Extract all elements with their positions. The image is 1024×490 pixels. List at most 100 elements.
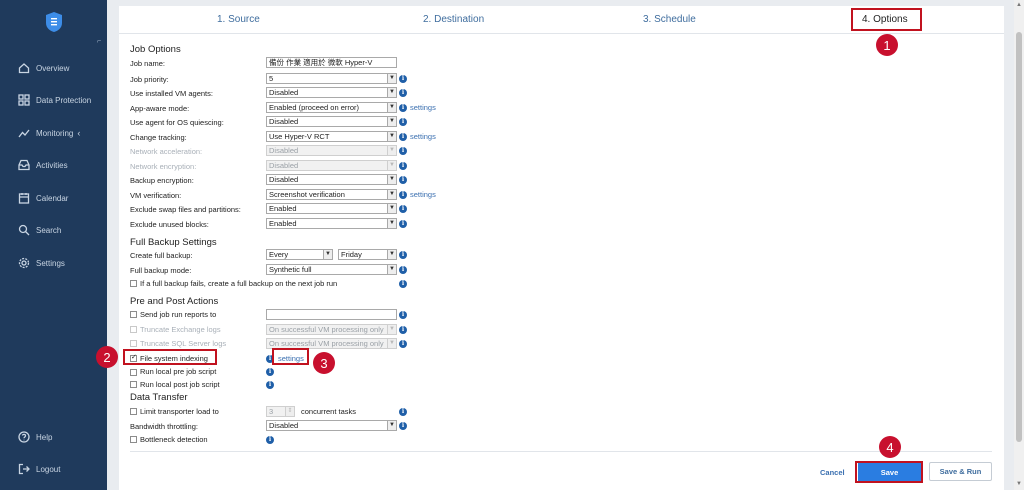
bandwidth-throttling-select[interactable]: Disabled ▼ [266,420,397,431]
job-option-select[interactable]: Disabled ▼ [266,160,397,171]
sidebar-item-help[interactable]: Help [0,427,107,447]
collapse-icon[interactable]: ⌐ [97,38,101,45]
truncate-exchange-checkbox[interactable] [130,326,137,333]
sidebar-item-activities[interactable]: Activities [0,155,107,175]
run-pre-script-checkbox[interactable] [130,369,137,376]
full-backup-fail-label: If a full backup fails, create a full ba… [140,279,338,288]
job-option-select[interactable]: Enabled ▼ [266,218,397,229]
bottleneck-checkbox[interactable] [130,436,137,443]
chevron-down-icon: ▼ [387,421,396,430]
limit-transporter-checkbox[interactable] [130,408,137,415]
settings-link[interactable]: settings [410,132,436,141]
section-title-job-options: Job Options [130,44,181,55]
info-icon[interactable]: i [399,118,407,126]
sidebar-item-search[interactable]: Search [0,220,107,240]
sidebar-item-logout[interactable]: Logout [0,459,107,479]
info-icon[interactable]: i [399,205,407,213]
info-icon[interactable]: i [399,176,407,184]
job-option-select[interactable]: Disabled ▼ [266,87,397,98]
sidebar-item-data-protection[interactable]: Data Protection [0,90,107,110]
job-option-label: App-aware mode: [130,104,190,113]
truncate-sql-checkbox[interactable] [130,340,137,347]
info-icon[interactable]: i [399,326,407,334]
truncate-exchange-select[interactable]: On successful VM processing only ▼ [266,324,397,335]
scroll-up-icon[interactable]: ▲ [1016,2,1022,8]
info-icon[interactable]: i [399,220,407,228]
limit-transporter-stepper[interactable]: 3 ⇕ [266,406,295,417]
chevron-down-icon: ▼ [387,146,396,155]
search-icon [18,224,30,236]
job-option-select[interactable]: Disabled ▼ [266,145,397,156]
save-and-run-button[interactable]: Save & Run [929,462,992,481]
info-icon[interactable]: i [399,422,407,430]
run-pre-script-label: Run local pre job script [140,367,217,376]
chevron-down-icon: ▼ [387,88,396,97]
settings-link[interactable]: settings [410,190,436,199]
info-icon[interactable]: i [399,340,407,348]
job-name-input[interactable]: 備份 作業 適用於 微軟 Hyper-V [266,57,397,68]
info-icon[interactable]: i [399,147,407,155]
info-icon[interactable]: i [399,266,407,274]
info-icon[interactable]: i [399,280,407,288]
info-icon[interactable]: i [399,75,407,83]
concurrent-tasks-label: concurrent tasks [301,407,357,416]
logo-icon [46,12,62,32]
home-icon [18,62,30,74]
full-backup-fail-checkbox[interactable] [130,280,137,287]
select-value: Disabled [269,175,299,184]
chevron-down-icon: ▼ [387,204,396,213]
info-icon[interactable]: i [399,191,407,199]
scroll-down-icon[interactable]: ▼ [1016,481,1022,487]
create-full-backup-day-select[interactable]: Friday ▼ [338,249,397,260]
wizard-panel: 1. Source 2. Destination 3. Schedule 4. … [96,6,1004,490]
settings-link[interactable]: settings [410,103,436,112]
info-icon[interactable]: i [266,436,274,444]
inbox-icon [18,159,30,171]
job-option-select[interactable]: Enabled ▼ [266,203,397,214]
sidebar-item-calendar[interactable]: Calendar [0,188,107,208]
sidebar-item-monitoring[interactable]: Monitoring ‹ [0,123,107,143]
scrollbar-thumb[interactable] [1016,32,1022,442]
send-reports-input[interactable] [266,309,397,320]
help-icon [18,431,30,443]
job-option-label: Backup encryption: [130,176,194,185]
info-icon[interactable]: i [266,381,274,389]
sidebar: ⌐ Overview Data Protection Monitoring ‹ … [0,0,107,490]
info-icon[interactable]: i [399,104,407,112]
job-option-select[interactable]: Use Hyper-V RCT ▼ [266,131,397,142]
highlight-save-button [855,461,923,483]
info-icon[interactable]: i [399,311,407,319]
job-option-select[interactable]: Enabled (proceed on error) ▼ [266,102,397,113]
truncate-exchange-label: Truncate Exchange logs [140,325,221,334]
step-source[interactable]: 1. Source [217,14,260,25]
bandwidth-throttling-label: Bandwidth throttling: [130,422,198,431]
info-icon[interactable]: i [399,133,407,141]
cancel-button[interactable]: Cancel [820,468,845,477]
send-reports-checkbox[interactable] [130,311,137,318]
job-option-select[interactable]: 5 ▼ [266,73,397,84]
sidebar-item-settings[interactable]: Settings [0,253,107,273]
job-option-select[interactable]: Disabled ▼ [266,174,397,185]
info-icon[interactable]: i [266,368,274,376]
step-schedule[interactable]: 3. Schedule [643,14,696,25]
step-destination[interactable]: 2. Destination [423,14,484,25]
callout-badge-4: 4 [879,436,901,458]
page-scrollbar[interactable]: ▲ ▼ [1014,0,1024,490]
job-option-label: Exclude unused blocks: [130,220,209,229]
info-icon[interactable]: i [399,251,407,259]
info-icon[interactable]: i [399,89,407,97]
run-post-script-checkbox[interactable] [130,381,137,388]
job-option-label: VM verification: [130,191,182,200]
job-option-select[interactable]: Screenshot verification ▼ [266,189,397,200]
chevron-left-icon: ‹ [77,128,81,138]
chevron-down-icon: ▼ [387,265,396,274]
select-value: Disabled [269,146,299,155]
sidebar-item-overview[interactable]: Overview [0,58,107,78]
create-full-backup-every-select[interactable]: Every ▼ [266,249,333,260]
info-icon[interactable]: i [399,408,407,416]
full-backup-mode-select[interactable]: Synthetic full ▼ [266,264,397,275]
info-icon[interactable]: i [399,162,407,170]
job-option-select[interactable]: Disabled ▼ [266,116,397,127]
select-value: Friday [341,250,362,259]
limit-transporter-label: Limit transporter load to [140,407,219,416]
